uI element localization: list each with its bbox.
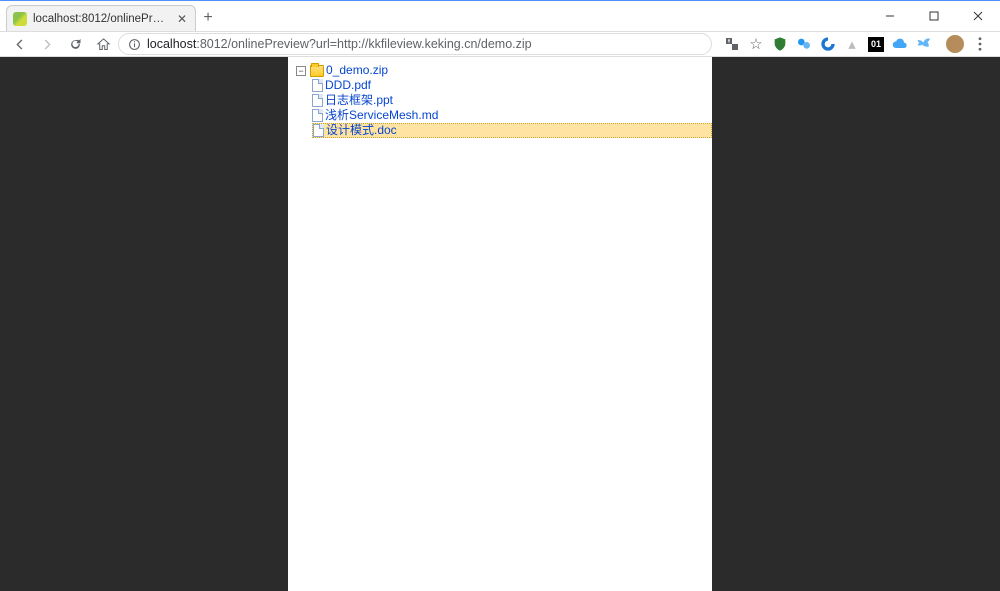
tree-node-label: DDD.pdf: [325, 78, 371, 93]
bookmark-star-icon[interactable]: ☆: [748, 36, 764, 52]
window-controls: [868, 1, 1000, 31]
tree-node-label: 设计模式.doc: [326, 124, 397, 137]
nav-forward-button[interactable]: [34, 33, 60, 55]
nav-back-button[interactable]: [6, 33, 32, 55]
window-close-button[interactable]: [956, 1, 1000, 31]
extension-grey-icon[interactable]: ▴: [844, 36, 860, 52]
file-tree: − 0_demo.zip DDD.pdf日志框架.ppt浅析ServiceMes…: [294, 63, 712, 138]
tree-node-label: 日志框架.ppt: [325, 93, 393, 108]
extension-blue1-icon[interactable]: [796, 36, 812, 52]
window-minimize-button[interactable]: [868, 1, 912, 31]
extension-blue2-icon[interactable]: [820, 36, 836, 52]
window-titlebar: localhost:8012/onlinePreview ✕ +: [0, 1, 1000, 31]
page-content: − 0_demo.zip DDD.pdf日志框架.ppt浅析ServiceMes…: [288, 57, 712, 591]
tree-collapse-icon[interactable]: −: [296, 66, 306, 76]
file-icon: [312, 109, 323, 122]
shield-icon[interactable]: [772, 36, 788, 52]
file-icon: [312, 79, 323, 92]
browser-toolbar: localhost:8012/onlinePreview?url=http://…: [0, 31, 1000, 57]
extension-01-icon[interactable]: 01: [868, 37, 884, 52]
site-info-icon[interactable]: [127, 37, 141, 51]
tree-file-node[interactable]: 日志框架.ppt: [312, 93, 712, 108]
file-icon: [313, 124, 324, 137]
tab-favicon: [13, 12, 27, 26]
translate-icon[interactable]: [724, 36, 740, 52]
bird-icon[interactable]: [916, 36, 932, 52]
address-bar-rest: :8012/onlinePreview?url=http://kkfilevie…: [196, 37, 531, 51]
file-icon: [312, 94, 323, 107]
profile-avatar[interactable]: [946, 35, 964, 53]
kebab-menu-icon[interactable]: [972, 36, 988, 52]
address-bar-url: localhost:8012/onlinePreview?url=http://…: [147, 37, 703, 51]
tab-title: localhost:8012/onlinePreview: [33, 13, 169, 25]
address-bar[interactable]: localhost:8012/onlinePreview?url=http://…: [118, 33, 712, 55]
folder-icon: [310, 65, 324, 77]
browser-viewport: − 0_demo.zip DDD.pdf日志框架.ppt浅析ServiceMes…: [0, 57, 1000, 591]
nav-home-button[interactable]: [90, 33, 116, 55]
tree-file-node[interactable]: 浅析ServiceMesh.md: [312, 108, 712, 123]
extensions-area: ☆ ▴ 01: [714, 35, 994, 53]
tab-close-icon[interactable]: ✕: [175, 13, 189, 25]
nav-reload-button[interactable]: [62, 33, 88, 55]
address-bar-host: localhost: [147, 37, 196, 51]
tree-file-node[interactable]: 设计模式.doc: [312, 123, 712, 138]
cloud-icon[interactable]: [892, 36, 908, 52]
tree-node-label: 浅析ServiceMesh.md: [325, 108, 438, 123]
window-maximize-button[interactable]: [912, 1, 956, 31]
new-tab-button[interactable]: +: [196, 6, 220, 30]
browser-tab[interactable]: localhost:8012/onlinePreview ✕: [6, 5, 196, 31]
tree-file-node[interactable]: DDD.pdf: [312, 78, 712, 93]
tree-root-node[interactable]: − 0_demo.zip: [296, 63, 712, 78]
tree-node-label: 0_demo.zip: [326, 63, 388, 78]
tree-children: DDD.pdf日志框架.ppt浅析ServiceMesh.md设计模式.doc: [296, 78, 712, 138]
